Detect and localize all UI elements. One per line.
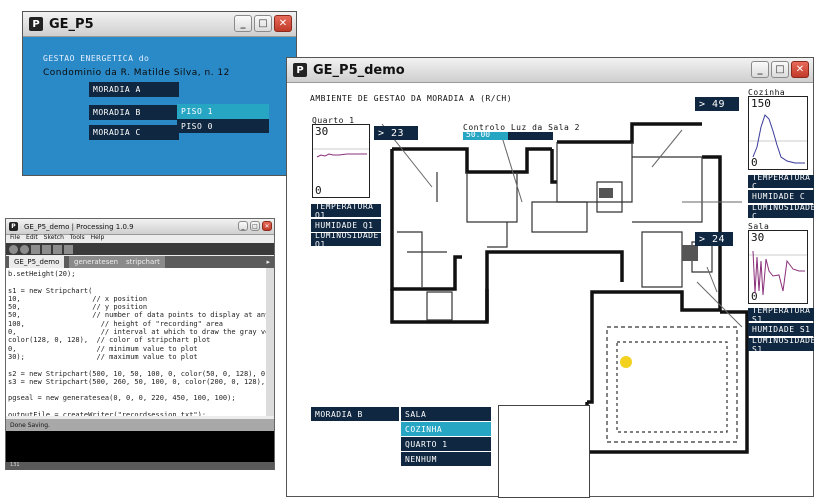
processing-app-icon: P — [9, 222, 18, 231]
processing-app-icon: P — [293, 63, 307, 77]
temperatura-c-button[interactable]: TEMPERATURA C — [748, 173, 814, 191]
save-icon[interactable] — [53, 244, 62, 254]
menu-bar: File Edit Sketch Tools Help — [6, 234, 274, 243]
close-button[interactable]: ✕ — [274, 15, 292, 32]
tab-ge-p5-demo[interactable]: GE_P5_demo — [9, 256, 65, 268]
luminosidade-q1-button[interactable]: LUMINOSIDADE Q1 — [311, 231, 381, 249]
toolbar — [6, 243, 274, 255]
status-text: Done Saving. — [10, 421, 50, 429]
address-label: Condominio da R. Matilde Silva, n. 12 — [43, 68, 230, 78]
open-icon[interactable] — [42, 244, 51, 254]
moradia-c-button[interactable]: MORADIA C — [89, 125, 179, 140]
minimize-button[interactable]: _ — [234, 15, 252, 32]
tab-bar: GE_P5_demo generatesen stripchart ▸ — [6, 256, 274, 268]
room-option-nenhum[interactable]: NENHUM — [401, 452, 491, 466]
maximize-button[interactable]: □ — [771, 61, 789, 78]
minimize-button[interactable]: _ — [751, 61, 769, 78]
close-button[interactable]: ✕ — [262, 221, 272, 231]
room-option-cozinha[interactable]: COZINHA — [401, 422, 491, 436]
cozinha-series — [749, 114, 807, 164]
window-title: GE_P5_demo — [313, 62, 405, 78]
piso-1-option[interactable]: PISO 1 — [177, 104, 269, 119]
humidade-c-button[interactable]: HUMIDADE C — [748, 190, 814, 203]
title-bar[interactable]: P GE_P5_demo | Processing 1.0.9 _ □ ✕ — [6, 219, 274, 235]
run-icon[interactable] — [9, 244, 18, 254]
maximize-button[interactable]: □ — [250, 221, 260, 231]
sala-stripchart: 30 0 — [748, 230, 808, 304]
light-indicator-icon — [620, 356, 632, 368]
quarto-stripchart: 30 0 — [312, 124, 370, 198]
status-bar: Done Saving. — [6, 419, 274, 431]
sink-icon — [599, 188, 613, 198]
close-button[interactable]: ✕ — [791, 61, 809, 78]
window-ge-p5-demo: P GE_P5_demo _ □ ✕ AMBIENTE DE GESTAO DA… — [286, 57, 814, 498]
blank-panel — [498, 405, 590, 498]
light-slider-value: 50.00 — [466, 130, 491, 139]
moradia-b-selector[interactable]: MORADIA B — [311, 407, 399, 421]
room-option-sala[interactable]: SALA — [401, 407, 491, 421]
maximize-button[interactable]: □ — [254, 15, 272, 32]
temperatura-s1-button[interactable]: TEMPERATURA S1 — [748, 306, 814, 324]
temperatura-q1-button[interactable]: TEMPERATURA Q1 — [311, 202, 381, 220]
export-icon[interactable] — [64, 244, 73, 254]
stove-icon — [682, 245, 698, 261]
new-icon[interactable] — [31, 244, 40, 254]
luminosidade-s1-button[interactable]: LUMINOSIDADE S1 — [748, 336, 814, 354]
stop-icon[interactable] — [20, 244, 29, 254]
minimize-button[interactable]: _ — [238, 221, 248, 231]
menu-sketch[interactable]: Sketch — [44, 234, 64, 243]
tab-generatesen[interactable]: generatesen — [69, 256, 124, 268]
window-ge-p5: P GE_P5 _ □ ✕ GESTAO ENERGETICA do Condo… — [22, 11, 297, 176]
window-title: GE_P5 — [49, 16, 94, 32]
humidade-s1-button[interactable]: HUMIDADE S1 — [748, 323, 814, 336]
processing-app-icon: P — [29, 17, 43, 31]
window-title: GE_P5_demo | Processing 1.0.9 — [24, 222, 134, 231]
title-bar[interactable]: P GE_P5 _ □ ✕ — [23, 12, 296, 37]
heading-gestao: GESTAO ENERGETICA do — [43, 54, 150, 63]
cozinha-readout: > 49 — [695, 97, 739, 111]
room-option-quarto-1[interactable]: QUARTO 1 — [401, 437, 491, 451]
code-text: b.setHeight(20); s1 = new Stripchart( 10… — [8, 270, 266, 416]
menu-file[interactable]: File — [10, 234, 20, 243]
piso-0-option[interactable]: PISO 0 — [177, 119, 269, 133]
luminosidade-c-button[interactable]: LUMINOSIDADE C — [748, 203, 814, 221]
sala-readout: > 24 — [695, 232, 733, 246]
tab-stripchart[interactable]: stripchart — [121, 256, 165, 268]
editor-scrollbar[interactable] — [266, 268, 274, 416]
light-control-slider[interactable]: 50.00 — [463, 130, 553, 140]
menu-help[interactable]: Help — [91, 234, 105, 243]
tab-arrow-icon[interactable]: ▸ — [266, 258, 270, 266]
cozinha-stripchart: 150 0 — [748, 96, 808, 170]
menu-tools[interactable]: Tools — [70, 234, 85, 243]
window-processing-ide: P GE_P5_demo | Processing 1.0.9 _ □ ✕ Fi… — [5, 218, 275, 470]
console — [6, 431, 274, 462]
line-number-bar: 131 — [6, 462, 274, 470]
menu-edit[interactable]: Edit — [26, 234, 38, 243]
code-editor[interactable]: b.setHeight(20); s1 = new Stripchart( 10… — [6, 268, 266, 416]
moradia-b-button[interactable]: MORADIA B — [89, 105, 179, 120]
line-number: 131 — [10, 462, 20, 468]
moradia-a-button[interactable]: MORADIA A — [89, 82, 179, 97]
title-bar[interactable]: P GE_P5_demo _ □ ✕ — [287, 58, 813, 83]
quarto-readout: > 23 — [374, 126, 418, 140]
quarto-series — [313, 148, 369, 158]
sala-series — [749, 250, 807, 296]
